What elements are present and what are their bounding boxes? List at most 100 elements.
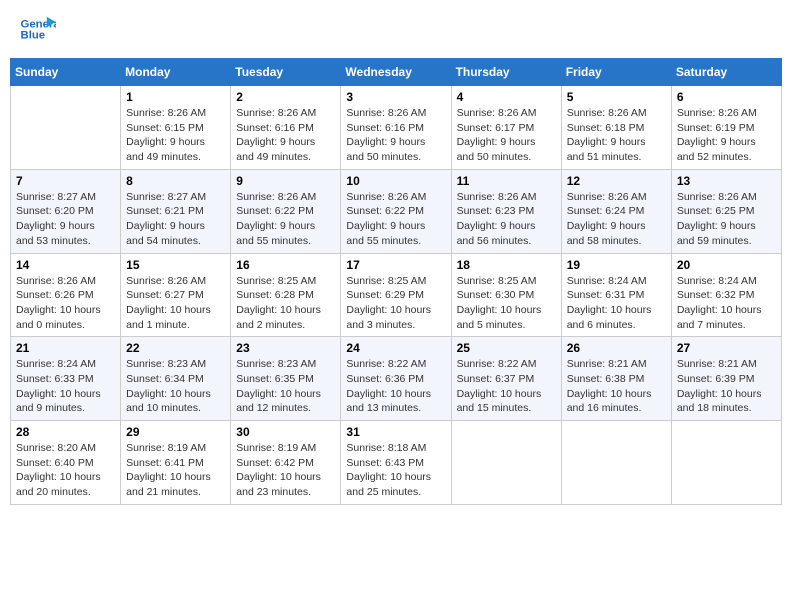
day-number: 26 <box>567 341 666 355</box>
day-info: Sunrise: 8:23 AMSunset: 6:35 PMDaylight:… <box>236 357 335 416</box>
day-number: 18 <box>457 258 556 272</box>
day-info: Sunrise: 8:24 AMSunset: 6:31 PMDaylight:… <box>567 274 666 333</box>
calendar-cell: 19 Sunrise: 8:24 AMSunset: 6:31 PMDayligh… <box>561 253 671 337</box>
calendar-cell: 26 Sunrise: 8:21 AMSunset: 6:38 PMDayligh… <box>561 337 671 421</box>
weekday-header: Sunday <box>11 59 121 86</box>
day-info: Sunrise: 8:27 AMSunset: 6:20 PMDaylight:… <box>16 190 115 249</box>
calendar-cell: 25 Sunrise: 8:22 AMSunset: 6:37 PMDayligh… <box>451 337 561 421</box>
calendar-cell <box>11 86 121 170</box>
day-number: 22 <box>126 341 225 355</box>
day-number: 24 <box>346 341 445 355</box>
weekday-header-row: SundayMondayTuesdayWednesdayThursdayFrid… <box>11 59 782 86</box>
calendar-cell: 13 Sunrise: 8:26 AMSunset: 6:25 PMDayligh… <box>671 169 781 253</box>
calendar-cell: 15 Sunrise: 8:26 AMSunset: 6:27 PMDayligh… <box>121 253 231 337</box>
day-info: Sunrise: 8:26 AMSunset: 6:26 PMDaylight:… <box>16 274 115 333</box>
day-number: 6 <box>677 90 776 104</box>
day-number: 28 <box>16 425 115 439</box>
calendar-cell: 4 Sunrise: 8:26 AMSunset: 6:17 PMDaylight… <box>451 86 561 170</box>
calendar-cell: 22 Sunrise: 8:23 AMSunset: 6:34 PMDayligh… <box>121 337 231 421</box>
day-number: 1 <box>126 90 225 104</box>
day-number: 15 <box>126 258 225 272</box>
day-info: Sunrise: 8:26 AMSunset: 6:18 PMDaylight:… <box>567 106 666 165</box>
calendar-cell: 5Sunrise: 8:26 AMSunset: 6:18 PMDaylight… <box>561 86 671 170</box>
calendar-cell: 14 Sunrise: 8:26 AMSunset: 6:26 PMDayligh… <box>11 253 121 337</box>
day-number: 23 <box>236 341 335 355</box>
day-info: Sunrise: 8:26 AMSunset: 6:24 PMDaylight:… <box>567 190 666 249</box>
day-info: Sunrise: 8:25 AMSunset: 6:28 PMDaylight:… <box>236 274 335 333</box>
day-number: 19 <box>567 258 666 272</box>
day-number: 11 <box>457 174 556 188</box>
day-info: Sunrise: 8:19 AMSunset: 6:42 PMDaylight:… <box>236 441 335 500</box>
calendar-week-row: 14 Sunrise: 8:26 AMSunset: 6:26 PMDayligh… <box>11 253 782 337</box>
calendar-cell <box>671 421 781 505</box>
day-info: Sunrise: 8:26 AMSunset: 6:25 PMDaylight:… <box>677 190 776 249</box>
day-info: Sunrise: 8:19 AMSunset: 6:41 PMDaylight:… <box>126 441 225 500</box>
day-number: 12 <box>567 174 666 188</box>
calendar-week-row: 7 Sunrise: 8:27 AMSunset: 6:20 PMDaylight… <box>11 169 782 253</box>
day-info: Sunrise: 8:22 AMSunset: 6:36 PMDaylight:… <box>346 357 445 416</box>
day-number: 2 <box>236 90 335 104</box>
day-info: Sunrise: 8:21 AMSunset: 6:39 PMDaylight:… <box>677 357 776 416</box>
logo: General Blue <box>20 15 60 43</box>
calendar-cell: 30 Sunrise: 8:19 AMSunset: 6:42 PMDayligh… <box>231 421 341 505</box>
day-number: 8 <box>126 174 225 188</box>
day-number: 21 <box>16 341 115 355</box>
calendar-cell: 2Sunrise: 8:26 AMSunset: 6:16 PMDaylight… <box>231 86 341 170</box>
day-info: Sunrise: 8:22 AMSunset: 6:37 PMDaylight:… <box>457 357 556 416</box>
day-info: Sunrise: 8:18 AMSunset: 6:43 PMDaylight:… <box>346 441 445 500</box>
calendar-cell: 6 Sunrise: 8:26 AMSunset: 6:19 PMDaylight… <box>671 86 781 170</box>
day-info: Sunrise: 8:26 AMSunset: 6:22 PMDaylight:… <box>346 190 445 249</box>
logo-icon: General Blue <box>20 15 56 43</box>
day-number: 20 <box>677 258 776 272</box>
weekday-header: Saturday <box>671 59 781 86</box>
calendar-cell: 12 Sunrise: 8:26 AMSunset: 6:24 PMDayligh… <box>561 169 671 253</box>
calendar-cell: 17 Sunrise: 8:25 AMSunset: 6:29 PMDayligh… <box>341 253 451 337</box>
weekday-header: Thursday <box>451 59 561 86</box>
day-info: Sunrise: 8:20 AMSunset: 6:40 PMDaylight:… <box>16 441 115 500</box>
calendar-cell <box>561 421 671 505</box>
day-info: Sunrise: 8:26 AMSunset: 6:27 PMDaylight:… <box>126 274 225 333</box>
day-number: 3 <box>346 90 445 104</box>
weekday-header: Monday <box>121 59 231 86</box>
calendar-cell: 10Sunrise: 8:26 AMSunset: 6:22 PMDayligh… <box>341 169 451 253</box>
calendar-table: SundayMondayTuesdayWednesdayThursdayFrid… <box>10 58 782 505</box>
day-info: Sunrise: 8:26 AMSunset: 6:15 PMDaylight:… <box>126 106 225 165</box>
day-info: Sunrise: 8:25 AMSunset: 6:30 PMDaylight:… <box>457 274 556 333</box>
day-number: 7 <box>16 174 115 188</box>
day-info: Sunrise: 8:26 AMSunset: 6:17 PMDaylight:… <box>457 106 556 165</box>
day-number: 14 <box>16 258 115 272</box>
calendar-cell: 18 Sunrise: 8:25 AMSunset: 6:30 PMDayligh… <box>451 253 561 337</box>
page-header: General Blue <box>10 10 782 48</box>
calendar-cell: 3Sunrise: 8:26 AMSunset: 6:16 PMDaylight… <box>341 86 451 170</box>
calendar-cell: 28 Sunrise: 8:20 AMSunset: 6:40 PMDayligh… <box>11 421 121 505</box>
day-number: 30 <box>236 425 335 439</box>
weekday-header: Tuesday <box>231 59 341 86</box>
day-number: 17 <box>346 258 445 272</box>
calendar-cell: 24 Sunrise: 8:22 AMSunset: 6:36 PMDayligh… <box>341 337 451 421</box>
calendar-cell: 8Sunrise: 8:27 AMSunset: 6:21 PMDaylight… <box>121 169 231 253</box>
calendar-cell: 20 Sunrise: 8:24 AMSunset: 6:32 PMDayligh… <box>671 253 781 337</box>
calendar-cell: 9Sunrise: 8:26 AMSunset: 6:22 PMDaylight… <box>231 169 341 253</box>
calendar-cell: 27 Sunrise: 8:21 AMSunset: 6:39 PMDayligh… <box>671 337 781 421</box>
day-info: Sunrise: 8:24 AMSunset: 6:33 PMDaylight:… <box>16 357 115 416</box>
calendar-cell: 23 Sunrise: 8:23 AMSunset: 6:35 PMDayligh… <box>231 337 341 421</box>
day-info: Sunrise: 8:26 AMSunset: 6:23 PMDaylight:… <box>457 190 556 249</box>
day-info: Sunrise: 8:26 AMSunset: 6:19 PMDaylight:… <box>677 106 776 165</box>
day-info: Sunrise: 8:25 AMSunset: 6:29 PMDaylight:… <box>346 274 445 333</box>
calendar-cell: 11 Sunrise: 8:26 AMSunset: 6:23 PMDayligh… <box>451 169 561 253</box>
day-number: 29 <box>126 425 225 439</box>
day-info: Sunrise: 8:24 AMSunset: 6:32 PMDaylight:… <box>677 274 776 333</box>
weekday-header: Wednesday <box>341 59 451 86</box>
day-number: 16 <box>236 258 335 272</box>
weekday-header: Friday <box>561 59 671 86</box>
day-info: Sunrise: 8:26 AMSunset: 6:22 PMDaylight:… <box>236 190 335 249</box>
svg-text:Blue: Blue <box>21 30 46 42</box>
day-number: 25 <box>457 341 556 355</box>
calendar-cell <box>451 421 561 505</box>
calendar-cell: 7 Sunrise: 8:27 AMSunset: 6:20 PMDaylight… <box>11 169 121 253</box>
day-number: 27 <box>677 341 776 355</box>
day-info: Sunrise: 8:21 AMSunset: 6:38 PMDaylight:… <box>567 357 666 416</box>
day-info: Sunrise: 8:23 AMSunset: 6:34 PMDaylight:… <box>126 357 225 416</box>
day-number: 4 <box>457 90 556 104</box>
day-number: 13 <box>677 174 776 188</box>
